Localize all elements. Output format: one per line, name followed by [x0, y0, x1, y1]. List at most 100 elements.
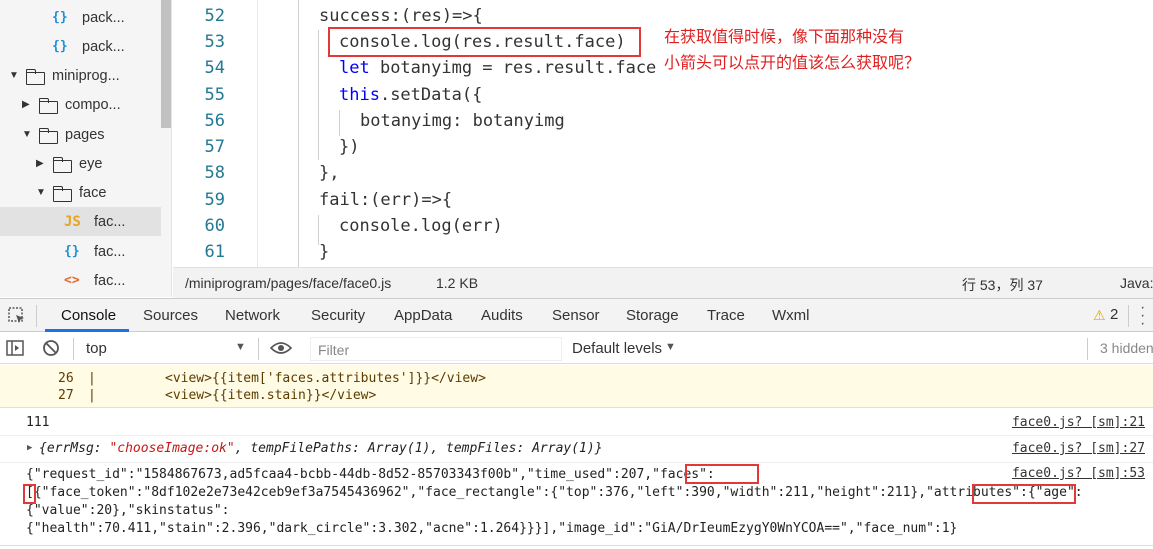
code-text: botanyimg = res.result.face — [369, 58, 657, 78]
language-mode[interactable]: Java: — [1120, 275, 1153, 291]
tab-storage[interactable]: Storage — [626, 307, 679, 324]
file-tree: {} pack... {} pack... ▼ miniprog... ▶ co… — [0, 0, 172, 297]
keyword: let — [339, 58, 370, 78]
indent-guide — [318, 215, 319, 245]
js-file-icon: JS — [64, 213, 81, 230]
file-path: /miniprogram/pages/face/face0.js — [185, 275, 392, 291]
line-number: 59 — [204, 190, 225, 210]
warning-source-block: 26 | <view>{{item['faces.attributes']}}<… — [0, 365, 1153, 408]
object-text: , tempFilePaths: Array(1), tempFiles: Ar… — [234, 441, 603, 456]
tree-item-face0-js[interactable]: JS fac... — [0, 207, 161, 236]
warning-count[interactable]: 2 — [1110, 306, 1118, 323]
tree-item-face0-wxml[interactable]: <> fac... — [0, 266, 161, 295]
sidebar-toggle-icon[interactable] — [6, 340, 24, 356]
tree-item-label: face — [79, 184, 107, 201]
chevron-right-icon[interactable]: ▶ — [36, 158, 48, 169]
expand-arrow-icon[interactable]: ▶ — [27, 443, 32, 453]
log-object[interactable]: {errMsg: "chooseImage:ok", tempFilePaths… — [39, 441, 603, 456]
line-number: 58 — [204, 163, 225, 183]
json-line: {"value":20},"skinstatus": — [26, 503, 230, 518]
highlight-box — [685, 464, 759, 484]
context-select[interactable]: top — [86, 340, 107, 357]
highlight-box — [972, 484, 1076, 504]
json-line: [{"face_token":"8df102e2e73e42ceb9ef3a75… — [26, 485, 1083, 500]
tab-trace[interactable]: Trace — [707, 307, 745, 324]
more-options-icon[interactable]: · · · — [1140, 300, 1145, 332]
tree-item-label: miniprog... — [52, 67, 120, 84]
log-levels-select[interactable]: Default levels — [572, 340, 662, 357]
chevron-down-icon[interactable]: ▼ — [9, 70, 21, 81]
tree-item-label: fac... — [94, 243, 126, 260]
chevron-down-icon[interactable]: ▼ — [665, 341, 676, 353]
code-line: fail:(err)=>{ — [319, 190, 453, 210]
warn-gutter: | — [88, 388, 96, 403]
tree-item-label: pages — [65, 126, 105, 143]
line-number: 52 — [204, 6, 225, 26]
console-toolbar: top ▼ Filter Default levels ▼ 3 hidden — [0, 333, 1153, 364]
hidden-count[interactable]: 3 hidden — [1100, 340, 1153, 356]
code-editor[interactable]: 52 53 54 55 56 57 58 59 60 61 success:(r… — [173, 0, 1153, 267]
folder-open-icon — [39, 127, 58, 144]
indent-guide — [298, 0, 299, 267]
folder-icon — [39, 97, 58, 114]
tab-wxml[interactable]: Wxml — [772, 307, 810, 324]
tree-item-miniprogram[interactable]: ▼ miniprog... — [0, 61, 161, 90]
tree-item-face0-json[interactable]: {} fac... — [0, 237, 161, 266]
json-file-icon: {} — [52, 39, 68, 54]
source-link[interactable]: face0.js? [sm]:21 — [1012, 415, 1145, 430]
tab-security[interactable]: Security — [311, 307, 365, 324]
warning-icon[interactable]: ⚠ — [1093, 307, 1106, 324]
chevron-down-icon[interactable]: ▼ — [235, 341, 246, 353]
status-bar: /miniprogram/pages/face/face0.js 1.2 KB … — [173, 267, 1153, 298]
console-message: ▶ {errMsg: "chooseImage:ok", tempFilePat… — [0, 436, 1153, 463]
annotation-line: 小箭头可以点开的值该怎么获取呢？ — [664, 53, 921, 72]
eye-icon[interactable] — [269, 341, 293, 355]
highlight-box — [23, 484, 36, 504]
object-text: {errMsg: — [39, 441, 110, 456]
json-line: {"request_id":"1584867673,ad5fcaa4-bcbb-… — [26, 467, 715, 482]
clear-console-icon[interactable] — [42, 339, 60, 357]
line-number: 60 — [204, 216, 225, 236]
annotation-text: 在获取值得时候，像下面那种没有 小箭头可以点开的值该怎么获取呢？ — [664, 24, 920, 76]
string-value: "chooseImage:ok" — [109, 441, 235, 456]
folder-icon — [53, 156, 72, 173]
line-number: 54 — [204, 58, 225, 78]
indent-guide — [339, 110, 340, 136]
tree-item-label: pack... — [82, 38, 125, 55]
tab-appdata[interactable]: AppData — [394, 307, 452, 324]
filter-input[interactable]: Filter — [310, 337, 562, 361]
tab-sources[interactable]: Sources — [143, 307, 198, 324]
file-size: 1.2 KB — [436, 275, 479, 291]
tree-scrollbar[interactable] — [161, 0, 171, 128]
tree-item-package-json[interactable]: {} pack... — [0, 3, 161, 32]
tab-sensor[interactable]: Sensor — [552, 307, 600, 324]
line-number: 56 — [204, 111, 225, 131]
tab-network[interactable]: Network — [225, 307, 280, 324]
tree-item-eye[interactable]: ▶ eye — [0, 149, 161, 178]
warn-code: <view>{{item.stain}}</view> — [165, 388, 377, 403]
code-text: .setData({ — [379, 85, 483, 105]
tab-audits[interactable]: Audits — [481, 307, 523, 324]
annotation-line: 在获取值得时候，像下面那种没有 — [664, 27, 905, 46]
chevron-down-icon[interactable]: ▼ — [22, 129, 34, 140]
tree-item-face[interactable]: ▼ face — [0, 178, 161, 207]
gutter-divider — [257, 0, 258, 267]
tree-item-components[interactable]: ▶ compo... — [0, 90, 161, 119]
source-link[interactable]: face0.js? [sm]:27 — [1012, 441, 1145, 456]
warn-code: <view>{{item['faces.attributes']}}</view… — [165, 371, 486, 386]
chevron-down-icon[interactable]: ▼ — [36, 187, 48, 198]
cursor-position[interactable]: 行 53，列 37 — [962, 275, 1043, 295]
line-number: 53 — [204, 32, 225, 52]
code-line: success:(res)=>{ — [319, 6, 483, 26]
console-message: {"request_id":"1584867673,ad5fcaa4-bcbb-… — [0, 463, 1153, 545]
inspect-icon[interactable] — [8, 307, 26, 325]
source-link[interactable]: face0.js? [sm]:53 — [1012, 466, 1145, 481]
console-input-area[interactable] — [0, 545, 1153, 549]
line-number: 55 — [204, 85, 225, 105]
tab-console[interactable]: Console — [61, 307, 116, 324]
tree-item-pages[interactable]: ▼ pages — [0, 120, 161, 149]
code-line: let botanyimg = res.result.face — [339, 58, 656, 78]
tree-item-label: fac... — [94, 272, 126, 289]
chevron-right-icon[interactable]: ▶ — [22, 99, 34, 110]
tree-item-package-lock-json[interactable]: {} pack... — [0, 32, 161, 61]
